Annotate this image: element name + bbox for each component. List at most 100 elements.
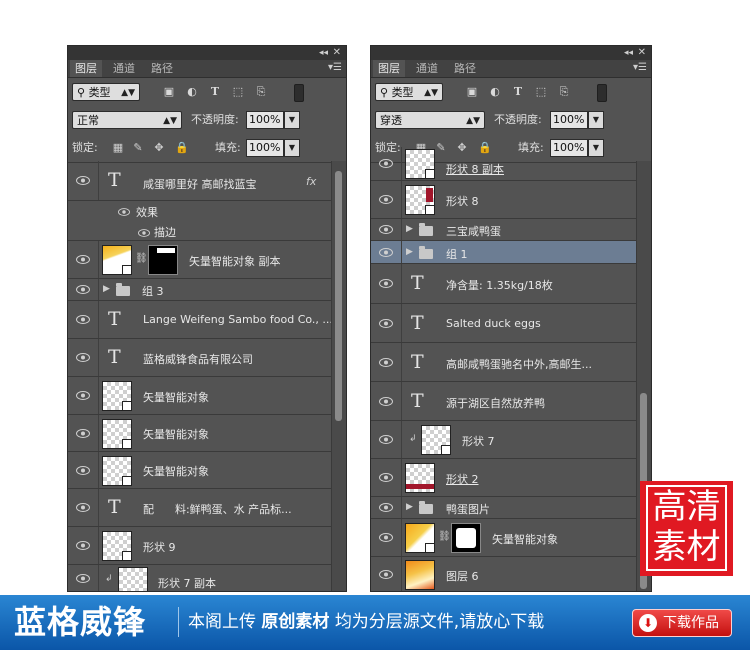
layer-group-row[interactable]: ▶ 组 3 bbox=[68, 279, 332, 301]
layer-mask-thumbnail[interactable] bbox=[148, 245, 178, 275]
visibility-eye-icon[interactable] bbox=[371, 382, 402, 420]
filter-toggle[interactable] bbox=[597, 84, 607, 102]
layer-row[interactable]: ↲ 形状 7 bbox=[371, 421, 637, 459]
filter-text-icon[interactable]: T bbox=[208, 85, 222, 99]
layer-name[interactable]: 形状 7 bbox=[462, 433, 495, 449]
fill-dropdown-icon[interactable]: ▼ bbox=[284, 139, 300, 157]
layer-name[interactable]: 形状 8 副本 bbox=[446, 161, 504, 177]
opacity-dropdown-icon[interactable]: ▼ bbox=[588, 111, 604, 129]
layer-group-row[interactable]: ▶ 三宝咸鸭蛋 bbox=[371, 219, 637, 241]
link-chain-icon[interactable]: ⛓ bbox=[135, 253, 148, 264]
tab-paths[interactable]: 路径 bbox=[449, 60, 481, 77]
visibility-eye-icon[interactable] bbox=[371, 304, 402, 342]
visibility-eye-icon[interactable] bbox=[68, 452, 99, 488]
visibility-eye-icon[interactable] bbox=[371, 557, 402, 591]
tab-layers[interactable]: 图层 bbox=[373, 60, 405, 77]
layer-name[interactable]: 鸭蛋图片 bbox=[446, 501, 490, 517]
opacity-input[interactable]: 100% bbox=[550, 111, 588, 129]
tab-paths[interactable]: 路径 bbox=[146, 60, 178, 77]
filter-pixel-icon[interactable]: ▣ bbox=[465, 85, 479, 99]
visibility-eye-icon[interactable] bbox=[68, 565, 99, 591]
layer-name[interactable]: 形状 2 bbox=[446, 471, 479, 487]
lock-move-icon[interactable]: ✥ bbox=[153, 142, 165, 154]
filter-shape-icon[interactable]: ⬚ bbox=[534, 85, 548, 99]
close-icon[interactable]: ✕ bbox=[638, 46, 646, 60]
visibility-eye-icon[interactable] bbox=[371, 147, 402, 180]
visibility-eye-icon[interactable] bbox=[371, 264, 402, 303]
visibility-eye-icon[interactable] bbox=[68, 527, 99, 564]
layer-row[interactable]: T 净含量: 1.35kg/18枚 bbox=[371, 264, 637, 304]
panel-menu-icon[interactable]: ▾☰ bbox=[633, 62, 647, 73]
layer-name[interactable]: 组 1 bbox=[446, 246, 468, 262]
layer-name[interactable]: 矢量智能对象 副本 bbox=[189, 253, 281, 269]
lock-paint-icon[interactable]: ✎ bbox=[132, 142, 144, 154]
layer-effect-stroke-row[interactable]: 描边 bbox=[68, 221, 332, 241]
expand-triangle-icon[interactable]: ▶ bbox=[406, 502, 413, 512]
visibility-eye-icon[interactable] bbox=[371, 519, 402, 556]
blend-mode-select[interactable]: 正常 ▲▼ bbox=[72, 111, 182, 129]
fx-icon[interactable]: fx bbox=[306, 175, 316, 188]
lock-all-icon[interactable]: 🔒 bbox=[175, 142, 189, 154]
layer-name[interactable]: 组 3 bbox=[142, 283, 164, 299]
layer-name[interactable]: 图层 6 bbox=[446, 568, 479, 584]
layer-name[interactable]: Lange Weifeng Sambo food Co., ... bbox=[143, 313, 333, 326]
layers-scrollbar[interactable] bbox=[331, 161, 346, 591]
layer-row[interactable]: T 源于湖区自然放养鸭 bbox=[371, 382, 637, 421]
visibility-eye-icon[interactable] bbox=[371, 421, 402, 458]
scrollbar-thumb[interactable] bbox=[335, 171, 342, 421]
layer-name[interactable]: 矢量智能对象 bbox=[492, 531, 558, 547]
layer-name[interactable]: 净含量: 1.35kg/18枚 bbox=[446, 277, 553, 293]
filter-text-icon[interactable]: T bbox=[511, 85, 525, 99]
visibility-eye-icon[interactable] bbox=[68, 377, 99, 414]
layer-name[interactable]: 形状 9 bbox=[143, 539, 176, 555]
layer-name[interactable]: Salted duck eggs bbox=[446, 317, 541, 330]
fill-input[interactable]: 100% bbox=[246, 139, 284, 157]
expand-triangle-icon[interactable]: ▶ bbox=[406, 247, 413, 257]
layer-name[interactable]: 形状 8 bbox=[446, 193, 479, 209]
visibility-eye-icon[interactable] bbox=[68, 301, 99, 338]
opacity-input[interactable]: 100% bbox=[246, 111, 284, 129]
layer-group-row[interactable]: ▶ 鸭蛋图片 bbox=[371, 497, 637, 519]
lock-transparent-icon[interactable]: ▦ bbox=[112, 142, 124, 154]
layer-name[interactable]: 矢量智能对象 bbox=[143, 426, 209, 442]
visibility-eye-icon[interactable] bbox=[68, 241, 99, 278]
layer-row[interactable]: 矢量智能对象 bbox=[68, 415, 332, 452]
layer-mask-thumbnail[interactable] bbox=[451, 523, 481, 553]
layer-name[interactable]: 三宝咸鸭蛋 bbox=[446, 223, 501, 239]
link-chain-icon[interactable]: ⛓ bbox=[438, 531, 451, 542]
visibility-eye-icon[interactable] bbox=[371, 219, 402, 240]
layer-row[interactable]: T Lange Weifeng Sambo food Co., ... bbox=[68, 301, 333, 339]
layer-name[interactable]: 咸蛋哪里好 高邮找蓝宝 bbox=[143, 176, 257, 192]
layer-row[interactable]: T 咸蛋哪里好 高邮找蓝宝 fx bbox=[68, 161, 332, 201]
opacity-dropdown-icon[interactable]: ▼ bbox=[284, 111, 300, 129]
layer-name[interactable]: 配 料:鲜鸭蛋、水 产品标... bbox=[143, 501, 292, 517]
layer-row[interactable]: 形状 9 bbox=[68, 527, 332, 565]
filter-toggle[interactable] bbox=[294, 84, 304, 102]
layer-row[interactable]: 图层 6 bbox=[371, 557, 637, 591]
panel-menu-icon[interactable]: ▾☰ bbox=[328, 62, 342, 73]
visibility-eye-icon[interactable] bbox=[371, 343, 402, 381]
filter-shape-icon[interactable]: ⬚ bbox=[231, 85, 245, 99]
close-icon[interactable]: ✕ bbox=[333, 46, 341, 60]
layer-name[interactable]: 源于湖区自然放养鸭 bbox=[446, 395, 545, 411]
layer-row[interactable]: T 蓝格威锋食品有限公司 bbox=[68, 339, 332, 377]
layer-row[interactable]: 形状 2 bbox=[371, 459, 637, 497]
filter-adjustment-icon[interactable]: ◐ bbox=[488, 85, 502, 99]
layer-row[interactable]: ⛓ 矢量智能对象 副本 bbox=[68, 241, 332, 279]
collapse-icon[interactable]: ◂◂ bbox=[624, 46, 633, 60]
visibility-eye-icon[interactable] bbox=[371, 181, 402, 218]
layer-group-row-selected[interactable]: ▶ 组 1 bbox=[371, 241, 637, 264]
layer-row[interactable]: ⛓ 矢量智能对象 bbox=[371, 519, 637, 557]
visibility-eye-icon[interactable] bbox=[68, 415, 99, 451]
layer-name[interactable]: 高邮咸鸭蛋驰名中外,高邮生... bbox=[446, 356, 592, 372]
visibility-eye-icon[interactable] bbox=[371, 497, 402, 518]
filter-pixel-icon[interactable]: ▣ bbox=[162, 85, 176, 99]
visibility-eye-icon[interactable] bbox=[68, 161, 99, 200]
filter-smart-object-icon[interactable]: ⎘ bbox=[254, 85, 268, 99]
filter-adjustment-icon[interactable]: ◐ bbox=[185, 85, 199, 99]
tab-channels[interactable]: 通道 bbox=[108, 60, 140, 77]
filter-type-select[interactable]: ⚲ 类型 ▲▼ bbox=[72, 83, 140, 101]
layer-name[interactable]: 蓝格威锋食品有限公司 bbox=[143, 351, 253, 367]
layer-name[interactable]: 矢量智能对象 bbox=[143, 463, 209, 479]
layer-row[interactable]: 矢量智能对象 bbox=[68, 377, 332, 415]
